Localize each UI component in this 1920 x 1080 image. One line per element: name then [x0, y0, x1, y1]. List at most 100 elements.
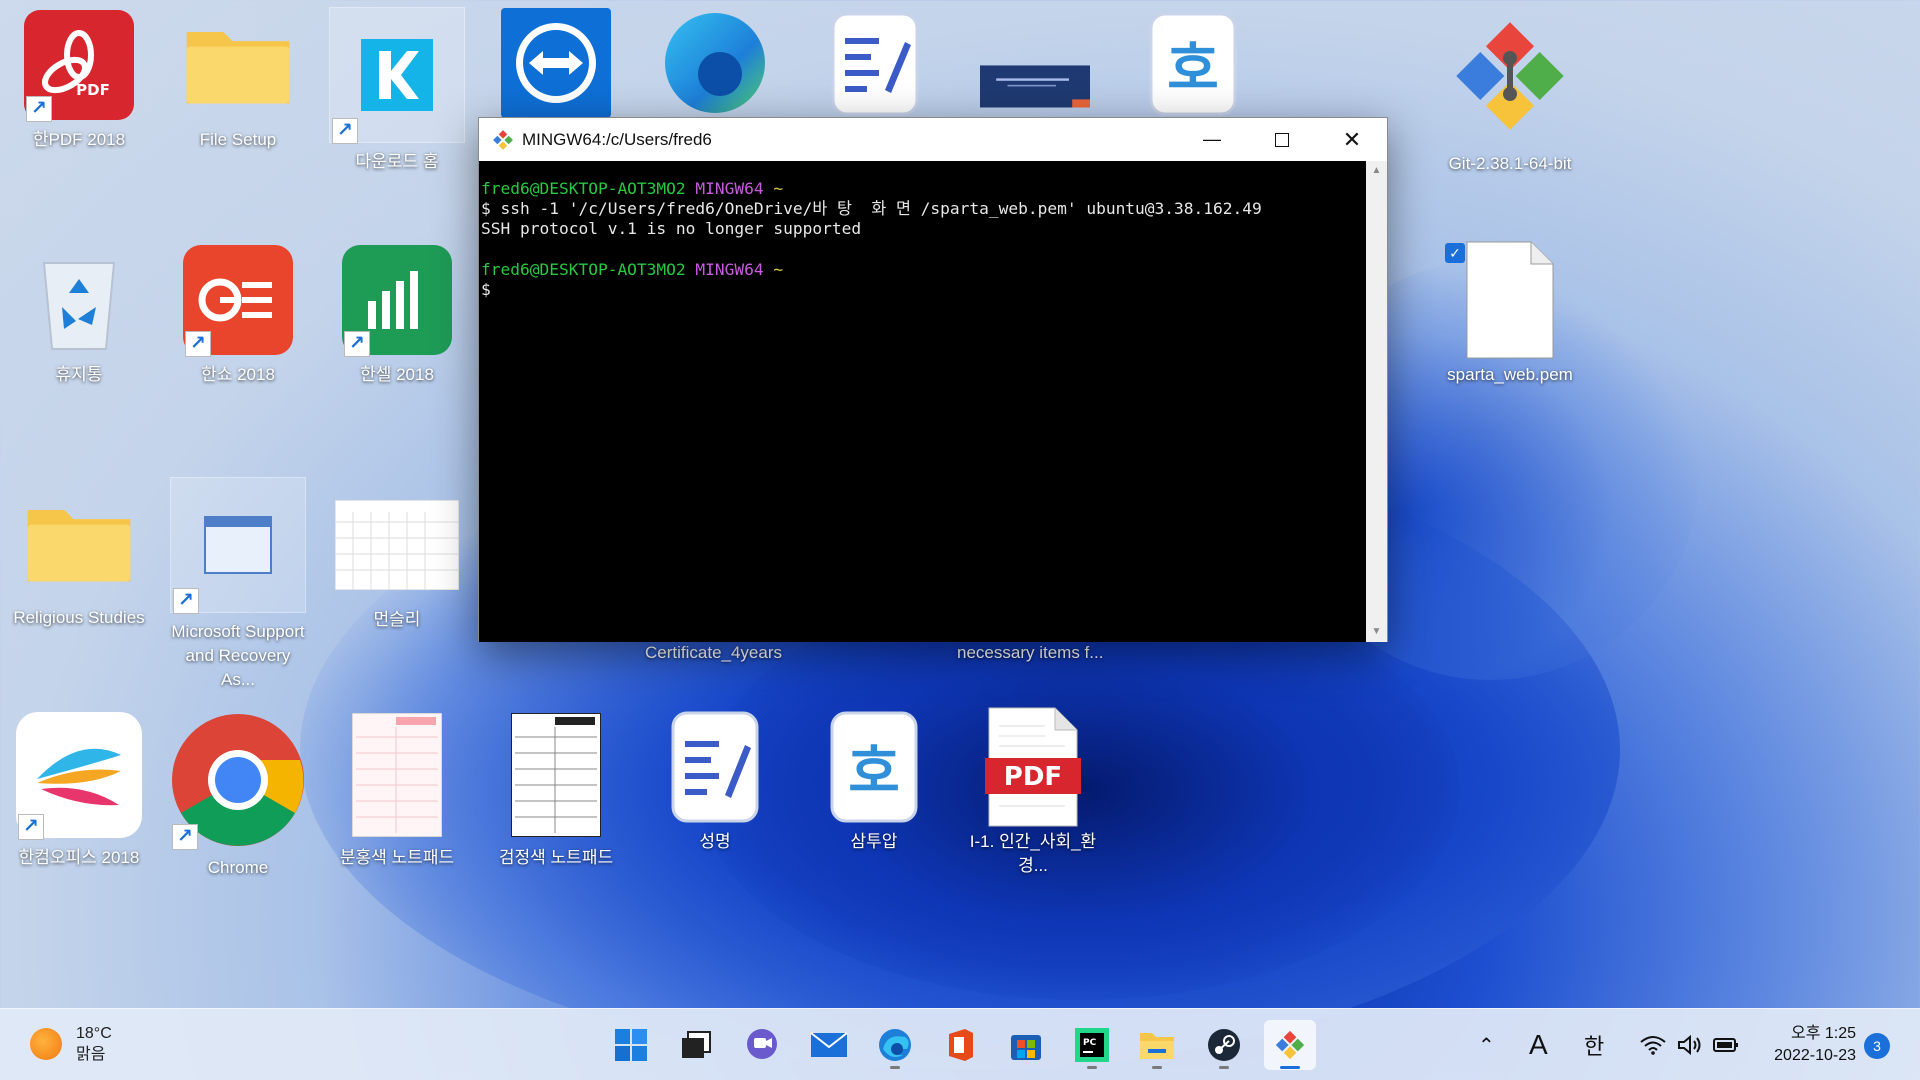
presentation-thumbnail-icon	[980, 8, 1090, 118]
necessary-items-caption[interactable]: necessary items f...	[957, 643, 1103, 663]
document-shortcut-top[interactable]	[800, 8, 950, 118]
notepad-doc-icon	[660, 711, 770, 823]
pink-notepad-file[interactable]: 분홍색 노트패드	[322, 712, 472, 870]
teamviewer-shortcut[interactable]	[481, 8, 631, 118]
show-hidden-icons-button[interactable]: ⌃	[1478, 1009, 1495, 1080]
terminal-titlebar[interactable]: MINGW64:/c/Users/fred6 — ✕	[479, 118, 1387, 161]
selection-checkbox-icon[interactable]: ✓	[1445, 243, 1465, 263]
svg-text:호: 호	[848, 740, 900, 805]
steam-button[interactable]	[1198, 1020, 1250, 1070]
hancom-office-icon: ↗	[16, 712, 142, 840]
git-bash-icon	[493, 129, 513, 150]
hanshow-shortcut[interactable]: ↗ 한쇼 2018	[163, 245, 313, 387]
religious-studies-folder[interactable]: Religious Studies	[4, 488, 154, 630]
task-view-button[interactable]	[670, 1020, 722, 1070]
icon-label: sparta_web.pem	[1447, 365, 1573, 384]
start-icon	[615, 1029, 647, 1061]
sparta-pem-file[interactable]: ✓ sparta_web.pem	[1435, 241, 1585, 387]
folder-icon	[183, 10, 293, 120]
black-notepad-file[interactable]: 검정색 노트패드	[481, 712, 631, 870]
chrome-shortcut[interactable]: ↗ Chrome	[163, 712, 313, 880]
hancell-shortcut[interactable]: ↗ 한셀 2018	[322, 245, 472, 387]
ime-mode-indicator[interactable]: A	[1529, 1009, 1548, 1080]
icon-label: Religious Studies	[13, 608, 145, 627]
terminal-output[interactable]: fred6@DESKTOP-AOT3MO2 MINGW64 ~ $ ssh -1 …	[479, 161, 1367, 642]
store-button[interactable]	[1000, 1020, 1052, 1070]
start-button[interactable]	[605, 1020, 657, 1070]
battery-icon	[1713, 1038, 1738, 1052]
close-button[interactable]: ✕	[1317, 118, 1387, 161]
hancom-office-shortcut[interactable]: ↗ 한컴오피스 2018	[4, 712, 154, 870]
git-bash-taskbar-button[interactable]	[1264, 1020, 1316, 1070]
recycle-bin[interactable]: 휴지통	[4, 245, 154, 387]
close-icon: ✕	[1342, 126, 1362, 152]
icon-label: 한셀 2018	[360, 365, 434, 384]
office-button[interactable]	[934, 1020, 986, 1070]
chat-button[interactable]	[736, 1020, 788, 1070]
pink-notepad-icon	[347, 712, 447, 838]
battery-button[interactable]	[1713, 1009, 1739, 1080]
presentation-shortcut-top[interactable]	[960, 8, 1110, 118]
icon-label: File Setup	[199, 130, 277, 149]
icon-label: 성명	[699, 832, 731, 851]
git-installer-icon	[1442, 8, 1578, 144]
terminal-window[interactable]: MINGW64:/c/Users/fred6 — ✕ fred6@DESKTOP…	[478, 117, 1388, 642]
command-line: $ ssh -1 '/c/Users/fred6/OneDrive/바 탕 화 …	[481, 199, 1262, 219]
notification-badge[interactable]: 3	[1864, 1033, 1890, 1059]
shortcut-arrow-icon: ↗	[332, 118, 358, 144]
ms-support-recovery-shortcut[interactable]: ↗ Microsoft Support and Recovery As...	[163, 477, 313, 692]
minimize-button[interactable]: —	[1177, 118, 1247, 161]
svg-text:호: 호	[1167, 37, 1219, 102]
terminal-title: MINGW64:/c/Users/fred6	[522, 129, 712, 149]
shortcut-arrow-icon: ↗	[185, 331, 211, 357]
calendar-thumbnail-icon	[334, 490, 460, 600]
pdf-document-file[interactable]: PDF I-1. 인간_사회_환경...	[958, 707, 1108, 878]
download-home-icon: ↗	[329, 7, 465, 144]
mail-button[interactable]	[803, 1020, 855, 1070]
maximize-button[interactable]	[1247, 118, 1317, 161]
edge-shortcut[interactable]	[640, 8, 790, 118]
hangul-doc-icon: 호	[819, 711, 929, 823]
chrome-icon: ↗	[170, 712, 306, 850]
speaker-icon	[1678, 1034, 1701, 1056]
minimize-icon: —	[1203, 129, 1221, 149]
clock-date: 2022-10-23	[1774, 1047, 1856, 1064]
network-button[interactable]	[1640, 1009, 1666, 1080]
scroll-up-icon[interactable]: ▲	[1366, 161, 1387, 181]
weather-widget[interactable]: 18°C 맑음	[30, 1023, 112, 1065]
svg-text:PC: PC	[1083, 1038, 1097, 1048]
monthly-calendar-file[interactable]: 먼슬리	[322, 490, 472, 632]
terminal-scrollbar[interactable]: ▲ ▼	[1366, 161, 1387, 642]
file-explorer-button[interactable]	[1131, 1020, 1183, 1070]
svg-text:PDF: PDF	[1004, 762, 1062, 792]
notepad-doc-icon	[820, 8, 930, 118]
edge-icon	[660, 8, 770, 118]
running-indicator	[1152, 1066, 1162, 1069]
certificate-caption[interactable]: Certificate_4years	[645, 643, 782, 663]
clock[interactable]: 오후 1:25 2022-10-23	[1756, 1023, 1856, 1067]
hangul-doc-shortcut-top[interactable]: 호	[1118, 8, 1268, 118]
edge-taskbar-button[interactable]	[869, 1020, 921, 1070]
hanpdf-shortcut[interactable]: PDF ↗ 한PDF 2018	[4, 10, 154, 152]
ime-language-indicator[interactable]: 한	[1584, 1009, 1604, 1080]
running-indicator	[1087, 1066, 1097, 1069]
hancell-icon: ↗	[342, 245, 452, 357]
file-setup-folder[interactable]: File Setup	[163, 10, 313, 152]
volume-button[interactable]	[1677, 1009, 1703, 1080]
teamviewer-icon	[501, 8, 611, 118]
download-home-shortcut[interactable]: ↗ 다운로드 홈	[322, 7, 472, 174]
pycharm-button[interactable]: PC	[1066, 1020, 1118, 1070]
icon-label: 먼슬리	[373, 610, 421, 629]
running-indicator	[890, 1066, 900, 1069]
scroll-down-icon[interactable]: ▼	[1366, 622, 1387, 642]
git-installer-file[interactable]: Git-2.38.1-64-bit	[1435, 8, 1585, 176]
icon-label: 한PDF 2018	[32, 130, 126, 149]
shortcut-arrow-icon: ↗	[173, 588, 199, 614]
osmosis-document-file[interactable]: 호 삼투압	[799, 711, 949, 854]
name-document-file[interactable]: 성명	[640, 711, 790, 854]
clock-time: 오후 1:25	[1790, 1025, 1856, 1042]
shortcut-arrow-icon: ↗	[18, 814, 44, 840]
folder-icon	[24, 488, 134, 598]
office-icon	[949, 1029, 973, 1061]
sunny-weather-icon	[30, 1028, 62, 1060]
